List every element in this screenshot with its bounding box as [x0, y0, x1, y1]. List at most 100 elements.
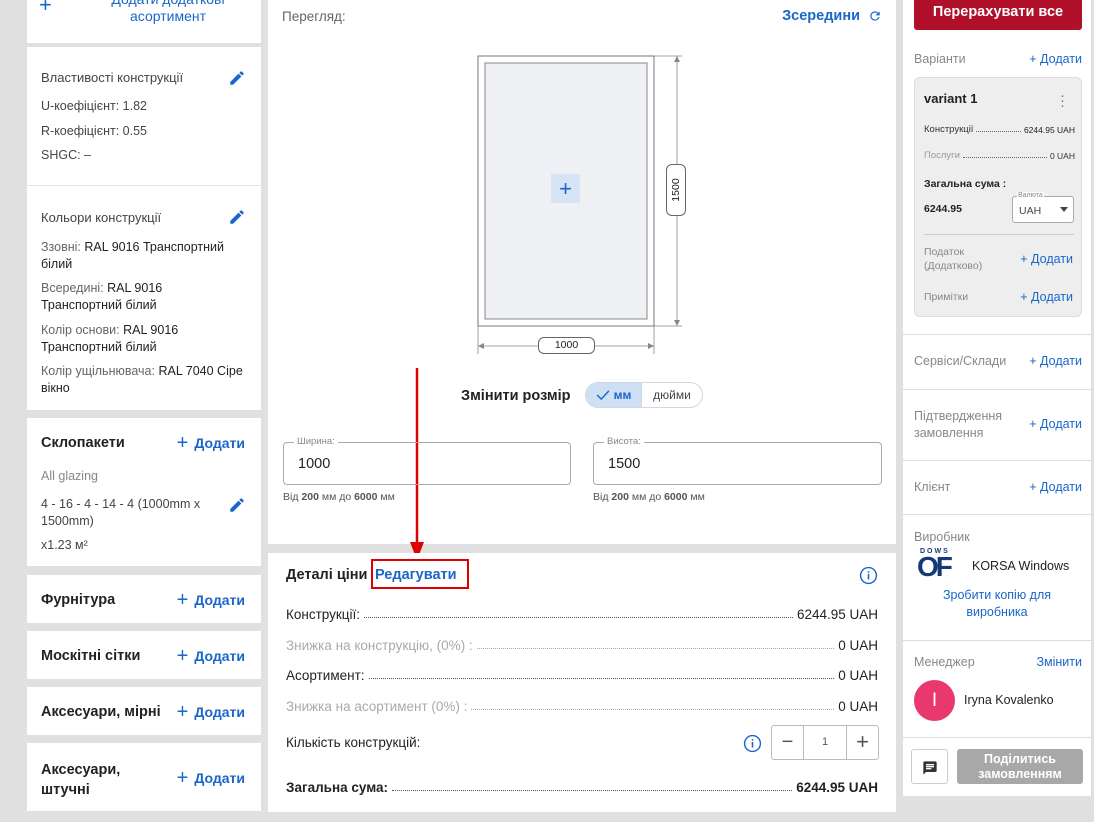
unit-switch[interactable]: мм дюйми: [585, 382, 703, 408]
price-row-constructions: Конструкції: 6244.95 UAH: [286, 607, 878, 622]
divider: [903, 460, 1091, 461]
info-icon[interactable]: [743, 734, 762, 753]
variant-total-value: 6244.95: [924, 203, 962, 215]
divider: [903, 389, 1091, 390]
left-panel: + Додати додаткові асортимент Властивост…: [0, 0, 262, 822]
view-mode-toggle[interactable]: Зсередини: [782, 8, 882, 24]
recalculate-all-button[interactable]: Перерахувати все: [914, 0, 1082, 30]
preview-title: Перегляд:: [282, 9, 346, 24]
variants-add-button[interactable]: + Додати: [1029, 52, 1082, 66]
colors-card: Кольори конструкції Ззовні: RAL 9016 Тра…: [27, 186, 261, 410]
confirmation-add-button[interactable]: + Додати: [1029, 417, 1082, 431]
accessories-measured-card: Аксесуари, мірні + Додати: [27, 687, 261, 735]
producer-logo: DOWS OF: [917, 548, 953, 582]
accessories-measured-add-button[interactable]: + Додати: [176, 701, 245, 723]
quantity-label: Кількість конструкцій:: [286, 735, 421, 750]
width-field[interactable]: Ширина: 1000: [283, 436, 571, 485]
plus-icon: +: [176, 767, 189, 789]
pencil-icon[interactable]: [228, 496, 246, 514]
tax-add-button[interactable]: + Додати: [1020, 252, 1073, 266]
avatar: I: [914, 680, 955, 721]
glazing-title: Склопакети: [41, 435, 125, 451]
right-panel: Перерахувати все Варіанти + Додати varia…: [903, 0, 1091, 796]
mosquito-nets-add-button[interactable]: + Додати: [177, 646, 245, 666]
quantity-input[interactable]: 1: [804, 726, 846, 759]
manager-change-button[interactable]: Змінити: [1036, 655, 1082, 669]
share-order-button[interactable]: Поділитись замовленням: [957, 749, 1083, 784]
variant-constructions-row: Конструкції 6244.95 UAH: [924, 124, 1075, 135]
preview-card: Перегляд: Зсередини + 1500 1000 Змінити …: [268, 0, 896, 560]
price-row-assortment-discount: Знижка на асортимент (0%) :0 UAH: [286, 699, 878, 714]
add-element-button[interactable]: +: [551, 174, 580, 203]
notes-label: Примітки: [924, 291, 969, 303]
height-hint: Від 200 мм до 6000 мм: [593, 491, 705, 503]
accessories-measured-title: Аксесуари, мірні: [41, 704, 161, 720]
colors-title: Кольори конструкції: [41, 210, 162, 225]
accessories-piece-card: Аксесуари, штучні + Додати: [27, 743, 261, 811]
variant-services-row: Послуги 0 UAH: [924, 150, 1075, 161]
hardware-card: Фурнітура + Додати: [27, 575, 261, 623]
client-label: Клієнт: [914, 480, 951, 494]
producer-label: Виробник: [914, 530, 970, 544]
pencil-icon[interactable]: [228, 208, 246, 226]
height-dimension-label[interactable]: 1500: [666, 164, 686, 216]
height-field[interactable]: Висота: 1500: [593, 436, 882, 485]
unit-inch-option[interactable]: дюйми: [641, 383, 702, 407]
divider: [903, 737, 1091, 738]
producer-name: KORSA Windows: [972, 559, 1070, 573]
width-dimension-label[interactable]: 1000: [538, 337, 595, 354]
divider: [903, 640, 1091, 641]
price-row-assortment: Асортимент: 0 UAH: [286, 668, 878, 683]
copy-for-producer-link[interactable]: Зробити копію для виробника: [931, 587, 1063, 621]
chevron-down-icon: [1060, 207, 1068, 212]
pencil-icon[interactable]: [228, 69, 246, 87]
glazing-qty: x1.23 м²: [41, 538, 88, 552]
variants-label: Варіанти: [914, 52, 966, 66]
glazing-subtitle: All glazing: [41, 469, 98, 483]
client-add-button[interactable]: + Додати: [1029, 480, 1082, 494]
add-assortment-link[interactable]: Додати додаткові асортимент: [83, 0, 253, 25]
r-coefficient: R-коефіцієнт: 0.55: [41, 124, 147, 138]
currency-select[interactable]: Валюта UAH: [1012, 192, 1074, 223]
divider: [903, 514, 1091, 515]
hardware-add-button[interactable]: + Додати: [177, 590, 245, 610]
quantity-stepper[interactable]: − 1 +: [771, 725, 879, 760]
unit-mm-option[interactable]: мм: [586, 383, 641, 407]
chat-icon: [923, 761, 937, 775]
refresh-icon: [870, 11, 880, 21]
edit-price-link[interactable]: Редагувати: [375, 567, 457, 583]
glazing-add-button[interactable]: + Додати: [176, 432, 245, 454]
confirmation-label: Підтвердження замовлення: [914, 409, 1003, 440]
color-base: Колір основи: RAL 9016 Транспортний біли…: [41, 323, 179, 354]
u-coefficient: U-коефіцієнт: 1.82: [41, 99, 147, 113]
tax-label: Податок (Додатково): [924, 246, 983, 272]
variant-card[interactable]: variant 1 · · · Конструкції 6244.95 UAH Пос…: [914, 77, 1082, 317]
add-assortment-card[interactable]: + Додати додаткові асортимент: [27, 0, 261, 43]
variant-name: variant 1: [924, 91, 978, 106]
plus-icon: +: [39, 0, 52, 17]
price-row-construction-discount: Знижка на конструкцію, (0%) :0 UAH: [286, 638, 878, 653]
accessories-piece-add-button[interactable]: + Додати: [176, 767, 245, 789]
services-add-button[interactable]: + Додати: [1029, 354, 1082, 368]
manager-name: Iryna Kovalenko: [964, 693, 1054, 707]
plus-icon: +: [176, 432, 189, 454]
properties-title: Властивості конструкції: [41, 70, 184, 85]
notes-add-button[interactable]: + Додати: [1020, 290, 1073, 304]
mosquito-nets-card: Москітні сітки + Додати: [27, 631, 261, 679]
price-details-card: Деталі ціни Редагувати Конструкції: 6244.…: [268, 553, 896, 812]
services-label: Сервіси/Склади: [914, 354, 1007, 368]
plus-icon: +: [176, 701, 189, 723]
properties-card: Властивості конструкції U-коефіцієнт: 1.…: [27, 47, 261, 185]
kebab-menu-icon[interactable]: · · ·: [1060, 88, 1065, 113]
chat-button[interactable]: [911, 749, 948, 784]
info-icon[interactable]: [859, 566, 878, 585]
glazing-spec: 4 - 16 - 4 - 14 - 4 (1000mm x 1500mm): [41, 497, 201, 528]
decrement-button[interactable]: −: [772, 726, 804, 759]
increment-button[interactable]: +: [846, 726, 878, 759]
price-row-total: Загальна сума: 6244.95 UAH: [286, 780, 878, 795]
width-hint: Від 200 мм до 6000 мм: [283, 491, 395, 503]
color-seal: Колір ущільнювача: RAL 7040 Сіре вікно: [41, 364, 243, 395]
color-inside: Всередині: RAL 9016 Транспортний білий: [41, 281, 163, 312]
divider: [924, 234, 1074, 235]
color-outside: Ззовні: RAL 9016 Транспортний білий: [41, 240, 224, 271]
